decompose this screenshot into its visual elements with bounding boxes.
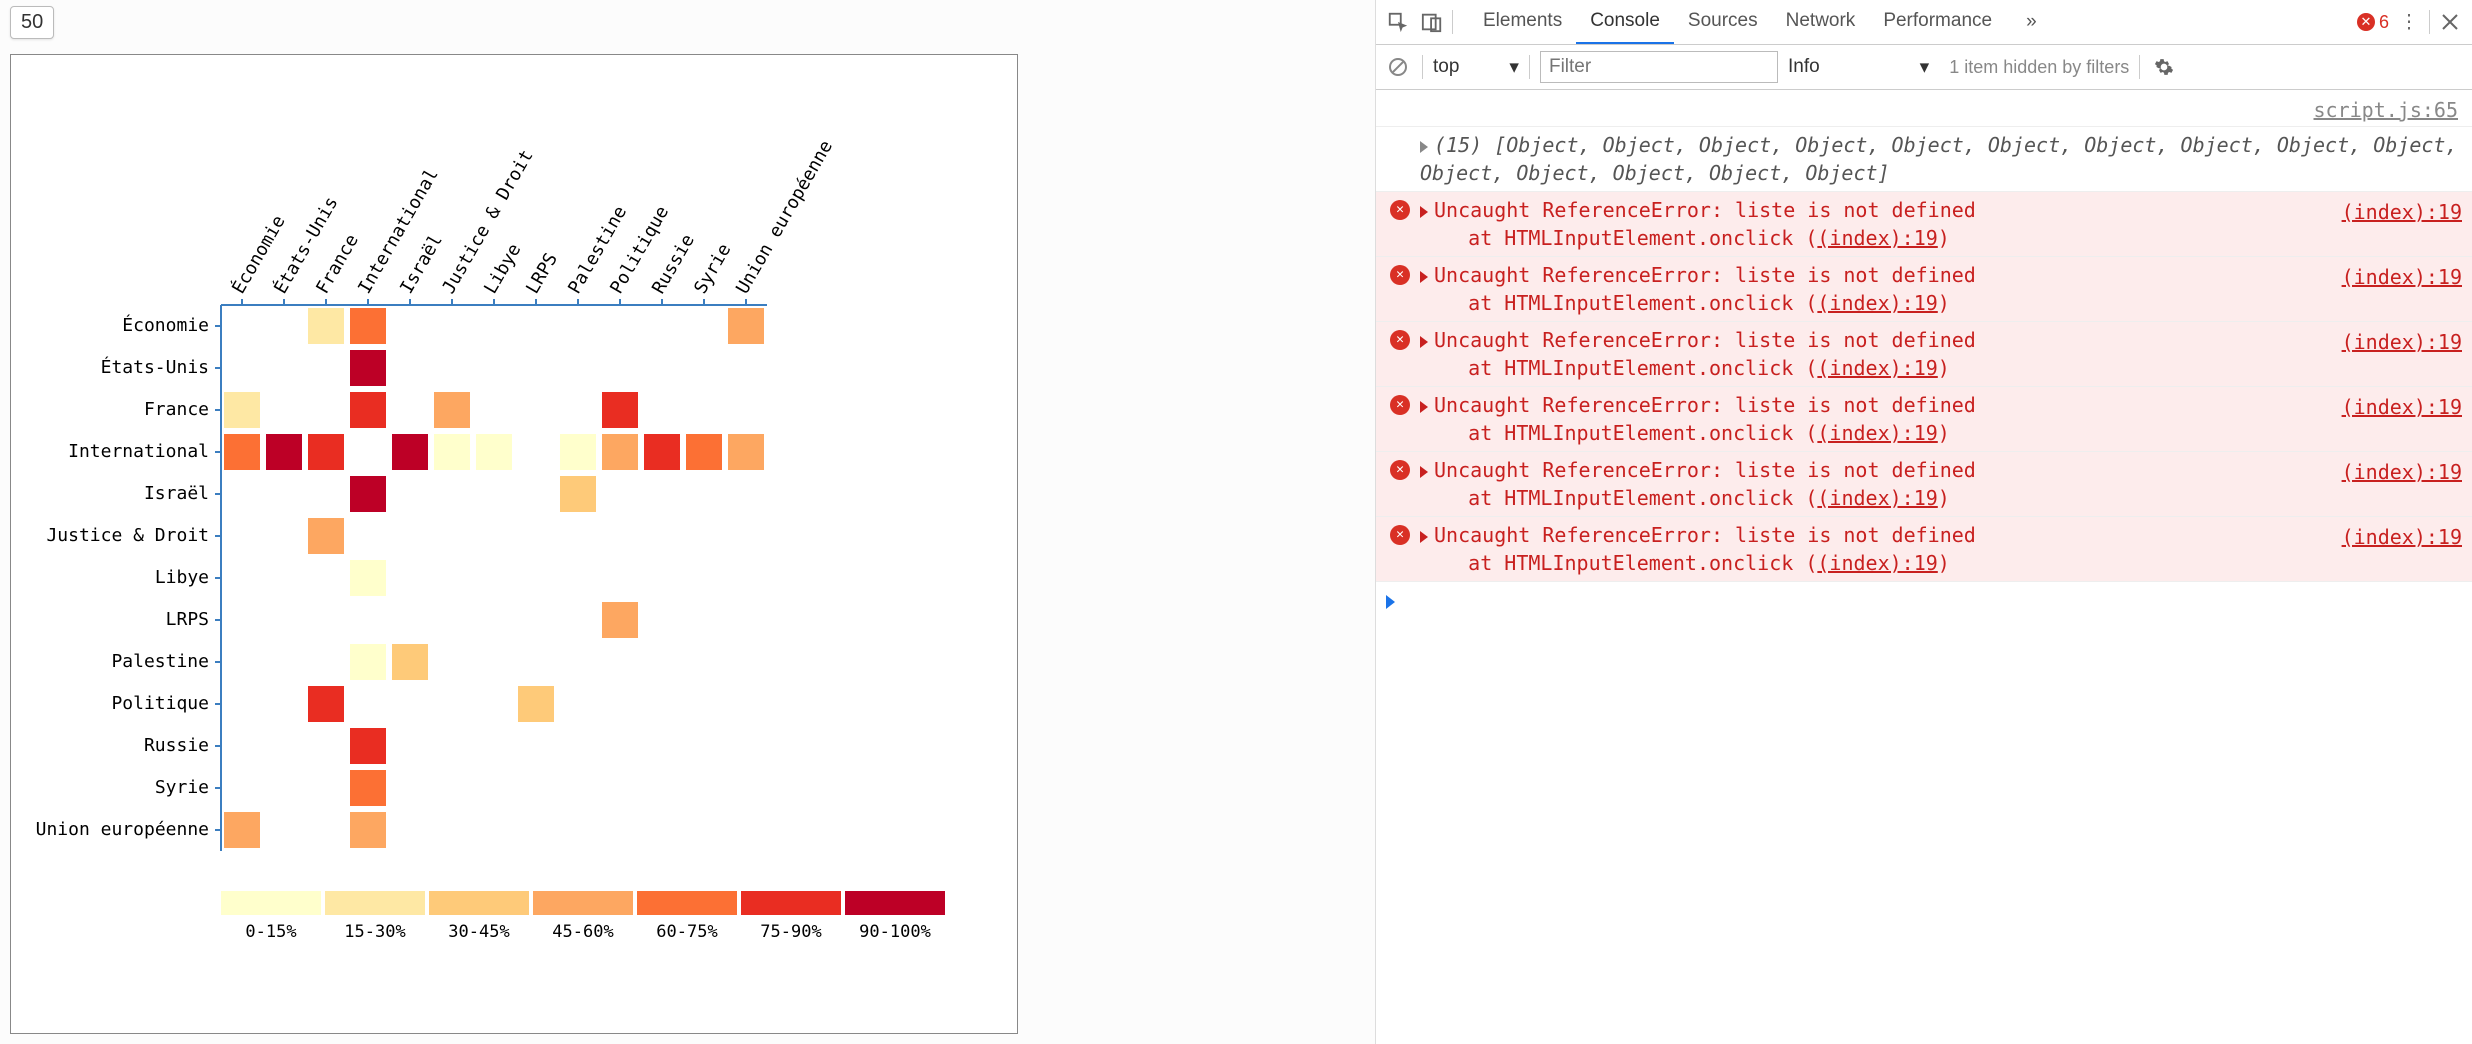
svg-text:Libye: Libye <box>480 240 525 297</box>
svg-text:Israël: Israël <box>144 483 209 504</box>
error-source-link[interactable]: (index):19 <box>2342 456 2462 486</box>
console-filter-bar: top ▾ Info ▾ 1 item hidden by filters <box>1376 45 2472 90</box>
devtools-tabs: ElementsConsoleSourcesNetworkPerformance <box>1469 0 2006 44</box>
svg-text:Syrie: Syrie <box>155 777 209 798</box>
tab-network[interactable]: Network <box>1772 0 1870 44</box>
error-icon: ✕ <box>2357 13 2375 31</box>
console-error-row[interactable]: ✕Uncaught ReferenceError: liste is not d… <box>1376 257 2472 322</box>
devtools-panel: ElementsConsoleSourcesNetworkPerformance… <box>1376 0 2472 1044</box>
svg-text:Justice & Droit: Justice & Droit <box>46 525 209 546</box>
stack-link[interactable]: (index):19 <box>1817 551 1937 575</box>
inspect-element-icon[interactable] <box>1384 8 1412 36</box>
svg-text:60-75%: 60-75% <box>656 922 717 942</box>
svg-text:Union européenne: Union européenne <box>36 819 209 840</box>
console-log-array[interactable]: (15) [Object, Object, Object, Object, Ob… <box>1376 127 2472 192</box>
threshold-input[interactable]: 50 <box>10 6 54 39</box>
expand-icon[interactable] <box>1420 401 1428 413</box>
tab-sources[interactable]: Sources <box>1674 0 1772 44</box>
prompt-chevron-icon <box>1386 595 1395 609</box>
expand-icon[interactable] <box>1420 531 1428 543</box>
console-error-row[interactable]: ✕Uncaught ReferenceError: liste is not d… <box>1376 387 2472 452</box>
tab-elements[interactable]: Elements <box>1469 0 1576 44</box>
devtools-main-toolbar: ElementsConsoleSourcesNetworkPerformance… <box>1376 0 2472 45</box>
clear-console-icon[interactable] <box>1384 53 1412 81</box>
expand-icon[interactable] <box>1420 271 1428 283</box>
stack-link[interactable]: (index):19 <box>1817 291 1937 315</box>
svg-text:Russie: Russie <box>144 735 209 756</box>
more-tabs-button[interactable]: » <box>2012 1 2051 43</box>
console-settings-icon[interactable] <box>2150 53 2178 81</box>
tab-performance[interactable]: Performance <box>1869 0 2006 44</box>
console-error-row[interactable]: ✕Uncaught ReferenceError: liste is not d… <box>1376 517 2472 582</box>
svg-text:États-Unis: États-Unis <box>101 356 209 378</box>
svg-text:Palestine: Palestine <box>111 651 209 672</box>
kebab-menu-icon[interactable]: ⋮ <box>2395 8 2423 36</box>
heatmap-chart: Économie États-Unis France International Isr… <box>10 54 1018 1034</box>
console-error-row[interactable]: ✕Uncaught ReferenceError: liste is not d… <box>1376 322 2472 387</box>
svg-text:France: France <box>144 399 209 420</box>
svg-text:Libye: Libye <box>155 567 209 588</box>
svg-text:LRPS: LRPS <box>522 249 562 297</box>
svg-text:Politique: Politique <box>111 693 209 714</box>
console-error-row[interactable]: ✕Uncaught ReferenceError: liste is not d… <box>1376 192 2472 257</box>
error-source-link[interactable]: (index):19 <box>2342 196 2462 226</box>
error-count-pill[interactable]: ✕ 6 <box>2357 12 2389 33</box>
expand-icon[interactable] <box>1420 336 1428 348</box>
svg-text:Syrie: Syrie <box>690 240 735 297</box>
error-source-link[interactable]: (index):19 <box>2342 326 2462 356</box>
expand-icon[interactable] <box>1420 206 1428 218</box>
console-filter-input[interactable] <box>1540 51 1778 83</box>
log-source-link[interactable]: script.js:65 <box>1376 90 2472 127</box>
log-text: (15) [Object, Object, Object, Object, Ob… <box>1420 133 2470 185</box>
error-source-link[interactable]: (index):19 <box>2342 521 2462 551</box>
device-toggle-icon[interactable] <box>1418 8 1446 36</box>
svg-text:45-60%: 45-60% <box>552 922 613 942</box>
svg-text:75-90%: 75-90% <box>760 922 821 942</box>
error-icon: ✕ <box>1390 525 1410 545</box>
error-icon: ✕ <box>1390 200 1410 220</box>
context-label: top <box>1433 56 1459 78</box>
svg-text:15-30%: 15-30% <box>344 922 405 942</box>
close-devtools-icon[interactable] <box>2436 8 2464 36</box>
stack-link[interactable]: (index):19 <box>1817 421 1937 445</box>
error-source-link[interactable]: (index):19 <box>2342 391 2462 421</box>
svg-text:90-100%: 90-100% <box>859 922 931 942</box>
console-output[interactable]: script.js:65 (15) [Object, Object, Objec… <box>1376 90 2472 1044</box>
svg-text:0-15%: 0-15% <box>245 922 296 942</box>
error-icon: ✕ <box>1390 395 1410 415</box>
svg-text:Union européenne: Union européenne <box>732 137 837 298</box>
error-source-link[interactable]: (index):19 <box>2342 261 2462 291</box>
error-count: 6 <box>2379 12 2389 33</box>
console-error-row[interactable]: ✕Uncaught ReferenceError: liste is not d… <box>1376 452 2472 517</box>
level-selector[interactable]: Info ▾ <box>1788 56 1929 79</box>
stack-link[interactable]: (index):19 <box>1817 226 1937 250</box>
error-icon: ✕ <box>1390 330 1410 350</box>
console-prompt[interactable] <box>1376 582 2472 625</box>
svg-text:Économie: Économie <box>122 314 209 336</box>
context-selector[interactable]: top ▾ <box>1433 56 1519 79</box>
chevron-down-icon: ▾ <box>1509 56 1519 79</box>
svg-text:30-45%: 30-45% <box>448 922 509 942</box>
tab-console[interactable]: Console <box>1576 0 1674 44</box>
expand-icon[interactable] <box>1420 466 1428 478</box>
chevron-down-icon: ▾ <box>1920 56 1930 79</box>
expand-icon[interactable] <box>1420 141 1428 153</box>
error-icon: ✕ <box>1390 460 1410 480</box>
svg-text:International: International <box>68 441 209 462</box>
page-left-pane: 50 Économie États-Unis France International… <box>0 0 1376 1044</box>
hidden-items-label: 1 item hidden by filters <box>1949 57 2129 78</box>
error-icon: ✕ <box>1390 265 1410 285</box>
svg-text:LRPS: LRPS <box>166 609 209 630</box>
stack-link[interactable]: (index):19 <box>1817 356 1937 380</box>
level-label: Info <box>1788 56 1820 78</box>
stack-link[interactable]: (index):19 <box>1817 486 1937 510</box>
